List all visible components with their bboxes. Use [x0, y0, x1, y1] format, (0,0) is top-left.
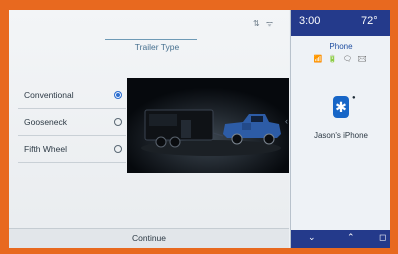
radio-unselected-icon[interactable] [114, 145, 122, 153]
clock-time: 3:00 [299, 15, 321, 27]
bluetooth-dot-icon: ● [352, 95, 356, 101]
option-label: Gooseneck [24, 117, 67, 127]
bluetooth-icon: ✱ [333, 96, 349, 118]
sidebar-nav-bar: ⌄ ⌃ ◻ [291, 230, 390, 248]
trailer-type-panel: Trailer Type ⇅ ᯤ Conventional Gooseneck … [9, 10, 289, 248]
screen: Trailer Type ⇅ ᯤ Conventional Gooseneck … [9, 10, 390, 248]
radio-selected-icon[interactable] [114, 91, 122, 99]
status-icons: ⇅ ᯤ [253, 19, 276, 28]
trailer-illustration [127, 78, 289, 173]
option-fifth-wheel[interactable]: Fifth Wheel [18, 136, 126, 163]
option-label: Fifth Wheel [24, 144, 67, 154]
chevron-up-icon[interactable]: ⌃ [347, 232, 355, 243]
radio-unselected-icon[interactable] [114, 118, 122, 126]
page-title: Trailer Type [134, 42, 180, 52]
title-underline [105, 39, 197, 40]
trailer-options-list: Conventional Gooseneck Fifth Wheel [18, 82, 126, 163]
sidebar-header: 3:00 72° [291, 10, 390, 36]
phone-sidebar: 3:00 72° Phone 📶 🔋 🗨 ✉ ✱ ● Jason's iPhon… [290, 10, 390, 248]
phone-status-icons: 📶 🔋 🗨 ✉ [313, 56, 369, 63]
footer-bar: Continue [9, 228, 289, 248]
title-bar: Trailer Type ⇅ ᯤ [9, 10, 289, 68]
option-label: Conventional [24, 90, 74, 100]
phone-title: Phone [329, 42, 353, 51]
chevron-down-icon[interactable]: ⌄ [308, 232, 316, 243]
window-icon[interactable]: ◻ [379, 232, 386, 243]
temperature: 72° [361, 15, 378, 27]
option-conventional[interactable]: Conventional [18, 82, 126, 109]
connected-device-name: Jason's iPhone [313, 131, 368, 140]
chevron-left-icon[interactable]: ‹ [285, 116, 288, 126]
option-gooseneck[interactable]: Gooseneck [18, 109, 126, 136]
continue-button[interactable]: Continue [9, 233, 289, 243]
